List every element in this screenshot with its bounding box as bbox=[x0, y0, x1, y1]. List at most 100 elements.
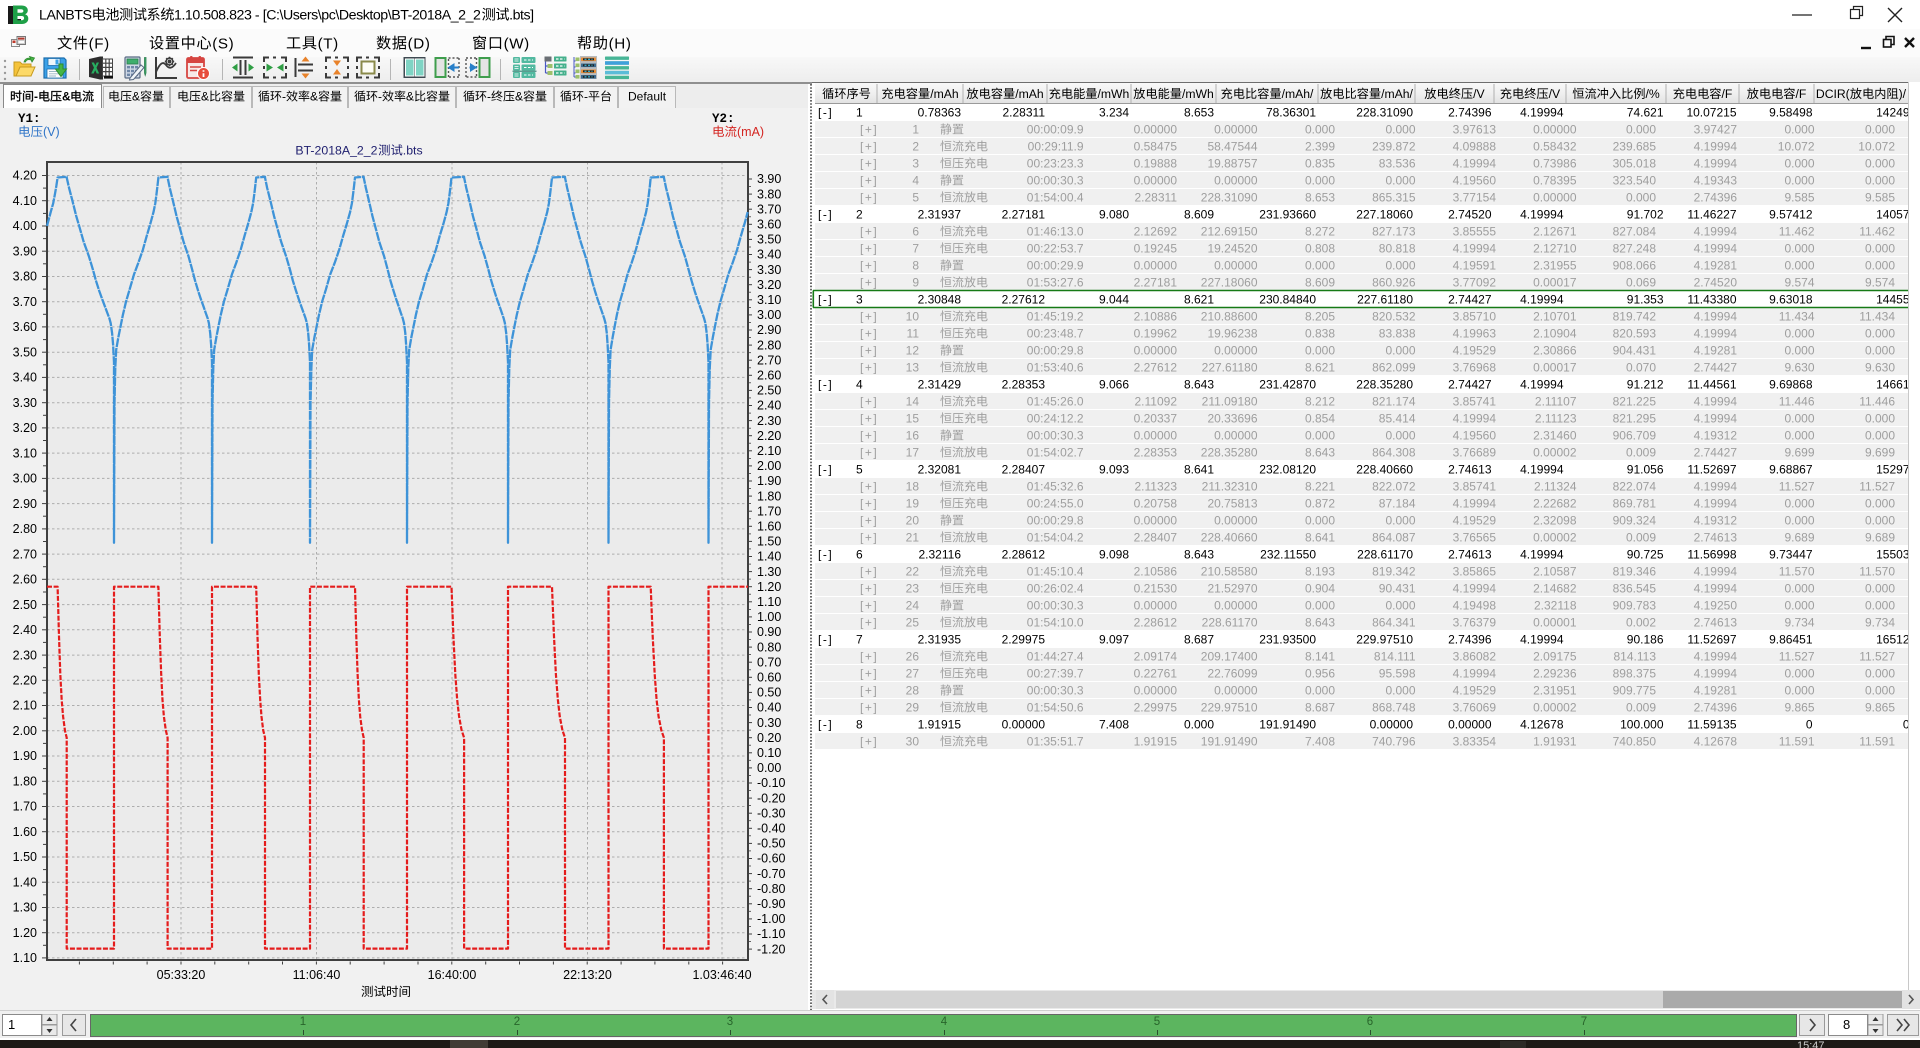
svg-text:2.10: 2.10 bbox=[757, 444, 781, 458]
svg-text:00:00:30.3: 00:00:30.3 bbox=[1027, 174, 1084, 188]
svg-text:2.11324: 2.11324 bbox=[1534, 480, 1577, 494]
svg-text:0.000: 0.000 bbox=[1865, 514, 1895, 528]
svg-text:85.414: 85.414 bbox=[1379, 412, 1416, 426]
svg-text:01:46:13.0: 01:46:13.0 bbox=[1027, 225, 1084, 239]
svg-text:0.835: 0.835 bbox=[1305, 157, 1335, 171]
svg-text:2.22682: 2.22682 bbox=[1533, 497, 1577, 511]
svg-text:827.248: 827.248 bbox=[1613, 242, 1657, 256]
svg-text:2.74396: 2.74396 bbox=[1694, 191, 1738, 205]
svg-text:9.734: 9.734 bbox=[1865, 616, 1895, 630]
svg-text:4.19994: 4.19994 bbox=[1694, 412, 1738, 426]
svg-text:0.60: 0.60 bbox=[757, 671, 781, 685]
svg-text:11.43380: 11.43380 bbox=[1687, 293, 1736, 307]
svg-text:0.000: 0.000 bbox=[1385, 123, 1415, 137]
svg-text:&: & bbox=[62, 89, 71, 103]
svg-text:)/: )/ bbox=[1899, 87, 1907, 101]
svg-text:4.19994: 4.19994 bbox=[1694, 157, 1738, 171]
svg-text:4.19963: 4.19963 bbox=[1453, 327, 1497, 341]
svg-text:7: 7 bbox=[856, 633, 863, 647]
svg-text:00:29:11.9: 00:29:11.9 bbox=[1028, 140, 1084, 154]
svg-text:0.838: 0.838 bbox=[1305, 327, 1335, 341]
svg-text:0.808: 0.808 bbox=[1305, 242, 1335, 256]
svg-text:2.70: 2.70 bbox=[757, 353, 781, 367]
svg-text:821.225: 821.225 bbox=[1613, 395, 1657, 409]
svg-text:0.00002: 0.00002 bbox=[1533, 701, 1577, 715]
svg-text:-0.60: -0.60 bbox=[757, 852, 786, 866]
svg-text:11.570: 11.570 bbox=[1779, 565, 1815, 579]
svg-text:[+]: [+] bbox=[860, 361, 878, 375]
svg-text:4.19994: 4.19994 bbox=[1453, 412, 1497, 426]
svg-text:2.40: 2.40 bbox=[13, 623, 37, 637]
svg-text:2.60: 2.60 bbox=[13, 573, 37, 587]
svg-text:1.80: 1.80 bbox=[757, 489, 781, 503]
svg-text:2.74427: 2.74427 bbox=[1694, 446, 1738, 460]
svg-text:00:00:30.3: 00:00:30.3 bbox=[1027, 429, 1084, 443]
svg-text:2.28612: 2.28612 bbox=[1002, 548, 1046, 562]
svg-text:(D): (D) bbox=[408, 35, 431, 52]
svg-text:00:27:39.7: 00:27:39.7 bbox=[1027, 667, 1084, 681]
svg-text:/V: /V bbox=[1473, 87, 1485, 101]
svg-text:228.31090: 228.31090 bbox=[1201, 191, 1258, 205]
svg-text:1.50: 1.50 bbox=[13, 850, 37, 864]
svg-text:4.19994: 4.19994 bbox=[1694, 395, 1738, 409]
svg-text:-1.00: -1.00 bbox=[757, 912, 786, 926]
svg-text:0.00001: 0.00001 bbox=[1533, 616, 1577, 630]
svg-text:4.19529: 4.19529 bbox=[1453, 684, 1497, 698]
svg-text:12: 12 bbox=[906, 344, 920, 358]
svg-text:2.30848: 2.30848 bbox=[918, 293, 962, 307]
svg-text:9.574: 9.574 bbox=[1865, 276, 1895, 290]
svg-text:2.74427: 2.74427 bbox=[1448, 378, 1492, 392]
svg-text:1.60: 1.60 bbox=[757, 520, 781, 534]
svg-text:9.574: 9.574 bbox=[1784, 276, 1814, 290]
svg-text:9.093: 9.093 bbox=[1099, 463, 1129, 477]
svg-text:909.783: 909.783 bbox=[1613, 599, 1657, 613]
svg-text:11.462: 11.462 bbox=[1779, 225, 1815, 239]
svg-text:4.19994: 4.19994 bbox=[1520, 293, 1564, 307]
svg-text:/F: /F bbox=[1722, 87, 1733, 101]
svg-text:4.19994: 4.19994 bbox=[1520, 378, 1564, 392]
svg-text:[+]: [+] bbox=[860, 276, 878, 290]
svg-text:4.19994: 4.19994 bbox=[1694, 327, 1738, 341]
svg-text:58.47544: 58.47544 bbox=[1207, 140, 1257, 154]
svg-text:2.10701: 2.10701 bbox=[1533, 310, 1577, 324]
svg-text:(T): (T) bbox=[318, 35, 339, 52]
svg-text:2.30: 2.30 bbox=[13, 648, 37, 662]
svg-text:(V): (V) bbox=[43, 125, 60, 139]
svg-text:[+]: [+] bbox=[860, 191, 878, 205]
svg-text:11.59135: 11.59135 bbox=[1687, 718, 1736, 732]
svg-text:0.00017: 0.00017 bbox=[1533, 361, 1577, 375]
svg-text:4.19281: 4.19281 bbox=[1694, 259, 1738, 273]
svg-text:3.80: 3.80 bbox=[757, 187, 781, 201]
svg-text:0.78363: 0.78363 bbox=[918, 106, 962, 120]
svg-text:01:35:51.7: 01:35:51.7 bbox=[1027, 735, 1084, 749]
svg-text:0.00002: 0.00002 bbox=[1533, 446, 1577, 460]
svg-text:827.084: 827.084 bbox=[1613, 225, 1657, 239]
svg-text:2.70: 2.70 bbox=[13, 547, 37, 561]
svg-text:[+]: [+] bbox=[860, 616, 878, 630]
svg-text:3.40: 3.40 bbox=[757, 248, 781, 262]
svg-text:-: - bbox=[584, 89, 588, 103]
svg-text:2.31955: 2.31955 bbox=[1533, 259, 1577, 273]
svg-text:91.056: 91.056 bbox=[1627, 463, 1664, 477]
svg-text:2.29975: 2.29975 bbox=[1134, 701, 1178, 715]
svg-text:11.434: 11.434 bbox=[1859, 310, 1895, 324]
svg-text:00:22:53.7: 00:22:53.7 bbox=[1027, 242, 1084, 256]
svg-text:10.07215: 10.07215 bbox=[1686, 106, 1736, 120]
svg-text:0.00000: 0.00000 bbox=[1214, 599, 1258, 613]
svg-text:2.74613: 2.74613 bbox=[1694, 531, 1738, 545]
svg-text:7.408: 7.408 bbox=[1099, 718, 1129, 732]
svg-text:3.70: 3.70 bbox=[757, 202, 781, 216]
svg-text:3.00: 3.00 bbox=[13, 472, 37, 486]
svg-text:2.74427: 2.74427 bbox=[1448, 293, 1492, 307]
svg-text:3.60: 3.60 bbox=[13, 320, 37, 334]
svg-text:0.00000: 0.00000 bbox=[1134, 514, 1178, 528]
svg-text:0.070: 0.070 bbox=[1626, 361, 1656, 375]
svg-text:2.00: 2.00 bbox=[757, 459, 781, 473]
svg-text:904.431: 904.431 bbox=[1613, 344, 1657, 358]
svg-text:0.000: 0.000 bbox=[1784, 429, 1814, 443]
svg-text:(mA): (mA) bbox=[737, 125, 764, 139]
svg-text:[-]: [-] bbox=[818, 633, 833, 647]
svg-text:8.653: 8.653 bbox=[1184, 106, 1214, 120]
svg-text:4.20: 4.20 bbox=[13, 169, 37, 183]
svg-text:4.09888: 4.09888 bbox=[1453, 140, 1497, 154]
